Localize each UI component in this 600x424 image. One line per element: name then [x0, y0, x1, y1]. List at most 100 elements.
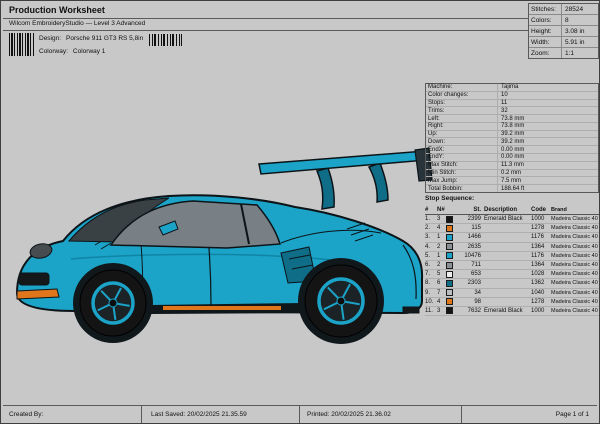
stat-value: 3.08 in — [562, 28, 585, 35]
stop-row: 5. 1 10476 1176 Madeira Classic 40 — [425, 252, 599, 261]
thread-code: 1176 — [531, 234, 551, 240]
color-chip — [446, 234, 453, 241]
thread-code: 1278 — [531, 299, 551, 305]
stop-sequence-header: # N# St. Description Code Brand — [425, 205, 599, 215]
exhaust — [403, 307, 419, 313]
machine-row: Min Stitch: 0.2 mm — [426, 170, 598, 178]
thread-brand: Madeira Classic 40 — [551, 225, 599, 231]
stop-row: 9. 7 34 1040 Madeira Classic 40 — [425, 289, 599, 298]
machine-row-label: Stops: — [426, 100, 498, 107]
rear-wheel — [298, 258, 384, 344]
machine-row-label: Right: — [426, 123, 498, 130]
stat-row: Height: 3.08 in — [529, 26, 598, 37]
machine-row-value: 7.5 mm — [498, 178, 521, 184]
design-barcode — [9, 33, 35, 56]
row-number: 11. — [425, 308, 437, 314]
machine-row: Up: 39.2 mm — [426, 131, 598, 139]
machine-row-label: Up: — [426, 131, 498, 138]
stop-row: 7. 5 653 1028 Madeira Classic 40 — [425, 270, 599, 279]
thread-code: 1278 — [531, 225, 551, 231]
col-brand: Brand — [551, 207, 599, 213]
stitch-count: 34 — [457, 290, 484, 296]
front-wheel — [73, 263, 153, 343]
stat-label: Colors: — [529, 15, 562, 25]
machine-row-value: 11.3 mm — [498, 162, 524, 168]
thread-brand: Madeira Classic 40 — [551, 280, 599, 286]
footer-last-saved: Last Saved: 20/02/2025 21.35.59 — [151, 406, 247, 423]
needle-number: 1 — [437, 253, 446, 259]
machine-row: Color changes: 10 — [426, 92, 598, 100]
stat-label: Zoom: — [529, 48, 562, 58]
stat-value: 28524 — [562, 6, 583, 13]
stitch-count: 2303 — [457, 280, 484, 286]
colorway-name: Colorway 1 — [73, 48, 106, 55]
machine-info-panel: Machine: Tajima Color changes: 10 Stops:… — [425, 83, 599, 193]
needle-number: 3 — [437, 216, 446, 222]
stop-sequence-table: # N# St. Description Code Brand 1. 3 239… — [425, 205, 599, 316]
thread-code: 1000 — [531, 308, 551, 314]
machine-row-label: Down: — [426, 138, 498, 145]
stop-rows: 1. 3 2399 Emerald Black 1000 Madeira Cla… — [425, 215, 599, 316]
thread-brand: Madeira Classic 40 — [551, 262, 599, 268]
machine-row-value: 0.00 mm — [498, 154, 524, 160]
thread-description: Emerald Black — [484, 216, 531, 222]
needle-number: 2 — [437, 262, 446, 268]
stat-row: Stitches: 28524 — [529, 4, 598, 15]
needle-number: 5 — [437, 271, 446, 277]
machine-row: Trims: 32 — [426, 107, 598, 115]
thread-brand: Madeira Classic 40 — [551, 216, 599, 222]
row-number: 9. — [425, 290, 437, 296]
thread-code: 1000 — [531, 216, 551, 222]
needle-number: 4 — [437, 299, 446, 305]
needle-number: 3 — [437, 308, 446, 314]
color-chip — [446, 252, 453, 259]
machine-row: Stops: 11 — [426, 100, 598, 108]
needle-number: 4 — [437, 225, 446, 231]
color-chip — [446, 243, 453, 250]
stitch-count: 2635 — [457, 244, 484, 250]
thread-code: 1040 — [531, 290, 551, 296]
needle-number: 7 — [437, 290, 446, 296]
thread-code: 1362 — [531, 280, 551, 286]
thread-brand: Madeira Classic 40 — [551, 234, 599, 240]
machine-row-label: Trims: — [426, 107, 498, 114]
machine-row-label: EndY: — [426, 154, 498, 161]
col-stitches: St. — [457, 207, 484, 213]
stat-label: Width: — [529, 37, 562, 47]
stat-row: Zoom: 1:1 — [529, 48, 598, 58]
needle-number: 6 — [437, 280, 446, 286]
app-subtitle: Wilcom EmbroideryStudio — Level 3 Advanc… — [9, 20, 145, 27]
col-needle: N# — [437, 207, 446, 213]
machine-row: Left: 73.8 mm — [426, 115, 598, 123]
thread-code: 1176 — [531, 253, 551, 259]
thread-code: 1028 — [531, 271, 551, 277]
machine-row-value: 32 — [498, 108, 508, 114]
color-chip — [446, 262, 453, 269]
row-number: 3. — [425, 234, 437, 240]
row-number: 5. — [425, 253, 437, 259]
rear-wing — [259, 148, 432, 209]
machine-row-value: Tajima — [498, 84, 518, 90]
machine-row-label: Total Bobbin: — [426, 185, 498, 192]
stat-row: Width: 5.91 in — [529, 37, 598, 48]
stop-row: 1. 3 2399 Emerald Black 1000 Madeira Cla… — [425, 215, 599, 224]
stat-row: Colors: 8 — [529, 15, 598, 26]
machine-row-label: Color changes: — [426, 92, 498, 99]
machine-row-value: 39.2 mm — [498, 131, 524, 137]
stitch-count: 653 — [457, 271, 484, 277]
footer-separator — [299, 406, 300, 423]
production-worksheet-page: Production Worksheet Wilcom EmbroiderySt… — [0, 0, 600, 424]
stat-value: 8 — [562, 17, 569, 24]
design-stats-panel: Stitches: 28524 Colors: 8 Height: 3.08 i… — [528, 3, 599, 59]
footer-created-by: Created By: — [9, 406, 43, 423]
colorway-barcode — [149, 34, 182, 46]
machine-row-label: EndX: — [426, 146, 498, 153]
thread-brand: Madeira Classic 40 — [551, 299, 599, 305]
row-number: 1. — [425, 216, 437, 222]
color-chip — [446, 298, 453, 305]
machine-row-label: Left: — [426, 115, 498, 122]
machine-row-value: 10 — [498, 92, 508, 98]
col-number: # — [425, 207, 437, 213]
col-code: Code — [531, 207, 551, 213]
stat-value: 1:1 — [562, 50, 574, 57]
